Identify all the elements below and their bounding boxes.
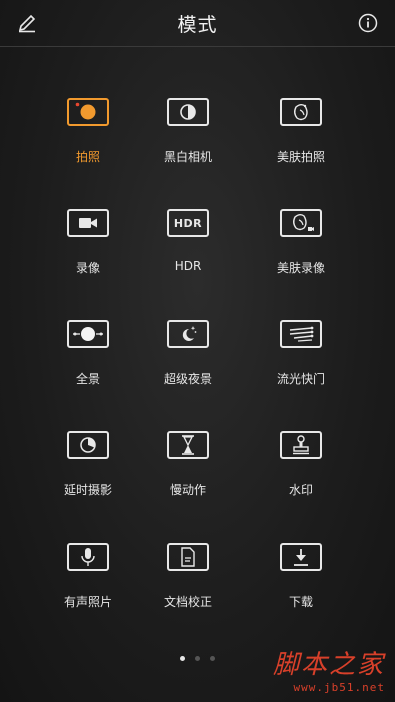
mode-icon-frame — [167, 543, 209, 571]
page-title: 模式 — [177, 13, 218, 36]
mode-7-button[interactable]: 全景 — [33, 320, 143, 410]
mode-label: 美肤拍照 — [276, 150, 325, 164]
document-icon — [179, 546, 197, 568]
mode-label: 流光快门 — [276, 372, 325, 386]
mode-6-button[interactable]: 美肤录像 — [246, 209, 356, 299]
page-dot[interactable] — [195, 656, 200, 661]
mode-15-button[interactable]: 下载 — [246, 543, 356, 633]
mode-icon-frame — [280, 431, 322, 459]
mode-icon-frame: HDR — [167, 209, 209, 237]
mode-1-button[interactable]: 拍照 — [33, 98, 143, 188]
mode-icon-frame — [280, 543, 322, 571]
mode-9-button[interactable]: 流光快门 — [246, 320, 356, 410]
mode-10-button[interactable]: 延时摄影 — [33, 431, 143, 521]
site-watermark: 脚本之家 www.jb51.net — [273, 644, 385, 694]
info-button[interactable] — [357, 12, 379, 34]
mode-label: 黑白相机 — [163, 150, 212, 164]
panorama-icon — [71, 322, 105, 346]
watermark-logo: 脚本之家 — [272, 650, 385, 680]
watermark-url: www.jb51.net — [293, 681, 385, 694]
mode-icon-frame — [67, 431, 109, 459]
mode-label: 文档校正 — [163, 595, 212, 609]
mode-12-button[interactable]: 水印 — [246, 431, 356, 521]
mode-5-button[interactable]: HDR HDR — [133, 209, 243, 299]
mode-label: 美肤录像 — [276, 261, 325, 275]
hourglass-icon — [180, 434, 196, 456]
mode-4-button[interactable]: 录像 — [33, 209, 143, 299]
edit-button[interactable] — [16, 12, 38, 34]
monochrome-icon — [178, 102, 198, 122]
mode-label: 有声照片 — [63, 595, 112, 609]
mode-14-button[interactable]: 文档校正 — [133, 543, 243, 633]
hdr-icon-text: HDR — [173, 216, 203, 230]
night-moon-icon — [177, 323, 199, 345]
mode-icon-frame — [67, 98, 109, 126]
mode-13-button[interactable]: 有声照片 — [33, 543, 143, 633]
mode-label: HDR — [174, 259, 202, 273]
mode-icon-frame — [167, 98, 209, 126]
light-trail-icon — [286, 323, 316, 345]
video-camera-icon — [76, 215, 100, 231]
mode-label: 拍照 — [75, 150, 100, 164]
mode-icon-frame — [167, 431, 209, 459]
download-icon — [291, 546, 311, 568]
mode-label: 录像 — [75, 261, 100, 275]
mode-label: 慢动作 — [169, 483, 206, 497]
pencil-icon — [18, 14, 36, 33]
mode-icon-frame — [280, 320, 322, 348]
header-bar: 模式 — [0, 0, 395, 47]
mode-8-button[interactable]: 超级夜景 — [133, 320, 243, 410]
microphone-icon — [79, 546, 97, 568]
mode-icon-frame — [67, 209, 109, 237]
page-dot[interactable] — [210, 656, 215, 661]
mode-icon-frame — [67, 320, 109, 348]
mode-label: 超级夜景 — [163, 372, 212, 386]
info-icon — [358, 13, 378, 33]
mode-label: 水印 — [288, 483, 313, 497]
mode-icon-frame — [280, 209, 322, 237]
timelapse-icon — [78, 435, 98, 455]
hdr-icon: HDR — [174, 217, 202, 230]
mode-3-button[interactable]: 美肤拍照 — [246, 98, 356, 188]
beauty-photo-icon — [290, 101, 312, 123]
mode-icon-frame — [67, 543, 109, 571]
mode-11-button[interactable]: 慢动作 — [133, 431, 243, 521]
mode-label: 延时摄影 — [63, 483, 112, 497]
mode-icon-frame — [280, 98, 322, 126]
stamp-icon — [290, 434, 312, 456]
beauty-video-icon — [286, 212, 316, 234]
mode-label: 全景 — [75, 372, 100, 386]
camera-record-icon — [75, 102, 101, 122]
mode-icon-frame — [167, 320, 209, 348]
mode-2-button[interactable]: 黑白相机 — [133, 98, 243, 188]
mode-label: 下载 — [288, 595, 313, 609]
page-dot[interactable] — [180, 656, 185, 661]
